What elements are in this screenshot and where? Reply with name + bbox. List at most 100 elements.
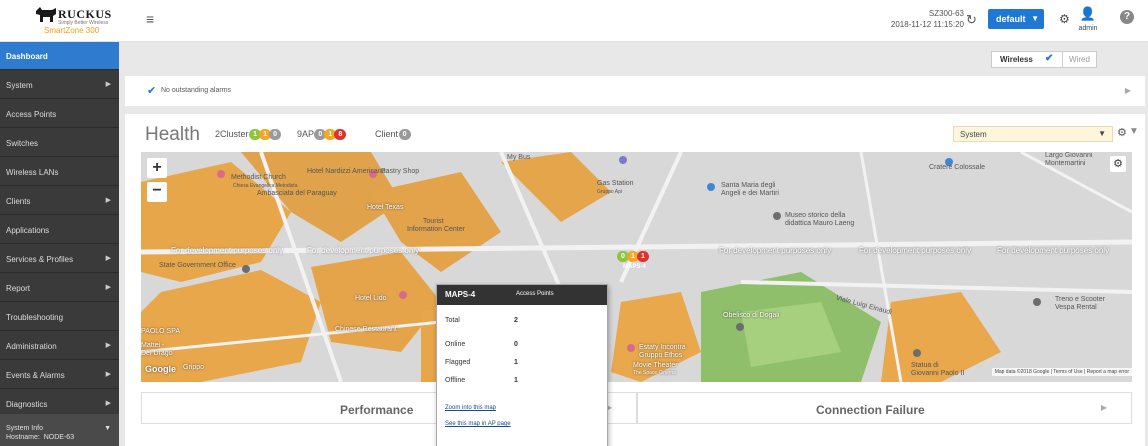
map-label: Santa Maria degli — [721, 182, 776, 189]
menu-toggle-icon[interactable]: ≡ — [146, 12, 160, 26]
tab-wired[interactable]: Wired — [1062, 52, 1096, 67]
ruckus-logo[interactable]: RUCKUS Simply Better Wireless SmartZone … — [34, 5, 124, 37]
sidebar-item-wireless-lans[interactable]: Wireless LANs — [0, 158, 119, 186]
popup-total-value: 2 — [514, 317, 518, 324]
tab-wireless-label: Wireless — [1000, 55, 1033, 64]
scope-select[interactable]: System ▼ — [953, 126, 1113, 142]
map-label: PAOLO SPA — [141, 328, 181, 335]
refresh-icon[interactable]: ↻ — [966, 12, 977, 28]
map-label: Pastry Shop — [381, 168, 420, 175]
popup-title: MAPS-4 — [445, 290, 476, 299]
map-label: Information Center — [407, 226, 465, 233]
sidebar-item-label: Report — [6, 284, 31, 293]
user-name: admin — [1078, 25, 1098, 32]
sidebar-item-access-points[interactable]: Access Points — [0, 100, 119, 128]
sidebar-item-troubleshooting[interactable]: Troubleshooting — [0, 303, 119, 331]
tab-wireless[interactable]: Wireless ✔ — [992, 52, 1062, 67]
map-attribution[interactable]: Map data ©2018 Google | Terms of Use | R… — [991, 368, 1132, 376]
sidebar-item-label: Clients — [6, 197, 31, 206]
map-label: The Space Cinema — [633, 370, 676, 376]
map-label: didattica Mauro Laeng — [785, 220, 855, 227]
sidebar-item-services-profiles[interactable]: Services & Profiles ▶ — [0, 245, 119, 273]
map-label: Del Drago — [141, 350, 173, 357]
cluster-stat[interactable]: 2Cluster 110 — [215, 129, 282, 141]
zoom-into-map-link[interactable]: Zoom into this map — [445, 405, 496, 411]
chevron-right-icon: ▶ — [1100, 403, 1107, 412]
map-label: Movie Theater — [633, 362, 678, 369]
sidebar-item-label: Applications — [6, 226, 50, 235]
map-label: Largo Giovanni — [1045, 152, 1093, 159]
ap-label: AP — [302, 129, 314, 139]
hostname-value: NODE-63 — [43, 434, 75, 441]
dev-notice: For development purposes only — [719, 246, 832, 255]
connection-failure-tile[interactable]: Connection Failure ▶ — [637, 392, 1132, 424]
sidebar-item-clients[interactable]: Clients ▶ — [0, 187, 119, 215]
sidebar-item-label: Access Points — [6, 110, 57, 119]
chevron-right-icon[interactable]: ▶ — [1125, 86, 1131, 95]
popup-offline-label: Offline — [445, 377, 466, 384]
dev-notice: For development purposes only — [859, 246, 972, 255]
top-bar: RUCKUS Simply Better Wireless SmartZone … — [0, 0, 1148, 42]
sidebar-item-system[interactable]: System ▶ — [0, 71, 119, 99]
system-info-panel[interactable]: System Info Hostname: NODE-63 ▼ — [0, 414, 119, 446]
user-menu[interactable]: 👤 admin — [1076, 7, 1100, 33]
see-map-in-ap-page-link[interactable]: See this map in AP page — [445, 421, 511, 427]
map-label: Museo storico della — [785, 212, 846, 219]
zoom-in-button[interactable]: + — [147, 158, 167, 178]
product-name: SmartZone 300 — [44, 26, 100, 35]
gear-icon[interactable]: ⚙ — [1059, 12, 1070, 26]
sidebar-item-applications[interactable]: Applications — [0, 216, 119, 244]
hostname-row: Hostname: NODE-63 — [6, 433, 113, 442]
client-count-badge: 0 — [398, 129, 411, 141]
sidebar-item-report[interactable]: Report ▶ — [0, 274, 119, 302]
alarm-bar[interactable]: ✔ No outstanding alarms ▶ — [125, 76, 1145, 106]
map-label: My Bus — [507, 154, 531, 161]
map-label: Hotel Lido — [355, 295, 387, 302]
sidebar-item-label: System — [6, 81, 33, 90]
sidebar-item-label: Switches — [6, 139, 39, 148]
zoom-out-button[interactable]: − — [147, 182, 167, 202]
map-label: Angeli e dei Martiri — [721, 190, 779, 197]
dev-notice: For development purposes only — [171, 246, 284, 255]
map-label: Gruppo Ethos — [639, 352, 683, 359]
ap-stat[interactable]: 9AP 018 — [297, 129, 347, 141]
check-icon: ✔ — [1045, 53, 1054, 64]
health-map[interactable]: Methodist Church Chiesa Evangelica Metod… — [141, 152, 1132, 382]
sidebar-item-dashboard[interactable]: Dashboard — [0, 42, 119, 70]
network-type-tabs: Wireless ✔ Wired — [991, 51, 1097, 68]
domain-dropdown-button[interactable]: default ▼ — [988, 9, 1044, 29]
popup-online-value: 0 — [514, 341, 518, 348]
map-settings-gear-icon[interactable]: ⚙ — [1110, 156, 1126, 172]
filter-icon[interactable]: ▼ — [1129, 126, 1139, 137]
chevron-down-icon: ▼ — [1098, 129, 1106, 138]
help-icon[interactable]: ? — [1120, 10, 1134, 24]
alarm-status-text: No outstanding alarms — [161, 87, 232, 94]
sidebar-item-administration[interactable]: Administration ▶ — [0, 332, 119, 360]
dev-notice: For development purposes only — [307, 246, 420, 255]
cluster-label: Cluster — [220, 129, 249, 139]
map-label: State Government Office — [159, 262, 236, 269]
health-panel: Health 2Cluster 110 9AP 018 Client 0 Sys… — [125, 114, 1145, 446]
map-label: Cratere Colossale — [929, 164, 986, 171]
gear-icon[interactable]: ⚙ — [1117, 126, 1127, 139]
map-label: Giovanni Paolo II — [911, 370, 965, 377]
hostname-label: Hostname: — [6, 434, 40, 441]
map-popup: MAPS-4 Access Points Total 2 Online 0 Fl… — [436, 284, 608, 446]
scope-select-value: System — [960, 130, 987, 139]
map-label: Ambasciata del Paraguay — [257, 190, 337, 197]
map-label: Hotel Nardizzi Americana — [307, 168, 386, 175]
map-marker-maps-4[interactable]: 011 MAPS-4 — [617, 250, 649, 270]
popup-header: MAPS-4 Access Points — [437, 285, 607, 305]
system-name: SZ300-63 2018-11-12 11:15:20 — [891, 8, 964, 30]
sidebar-item-events-alarms[interactable]: Events & Alarms ▶ — [0, 361, 119, 389]
sidebar-item-switches[interactable]: Switches — [0, 129, 119, 157]
sidebar-item-label: Events & Alarms — [6, 371, 65, 380]
tab-wired-label: Wired — [1069, 55, 1090, 64]
sidebar-item-label: Services & Profiles — [6, 255, 74, 264]
client-label: Client — [375, 129, 399, 139]
client-stat[interactable]: Client 0 — [375, 129, 411, 141]
marker-offline-badge: 1 — [637, 250, 649, 262]
chevron-right-icon: ▶ — [105, 255, 111, 262]
map-label: Gruppo Api — [597, 189, 623, 195]
map-label: Statua di — [911, 362, 939, 369]
